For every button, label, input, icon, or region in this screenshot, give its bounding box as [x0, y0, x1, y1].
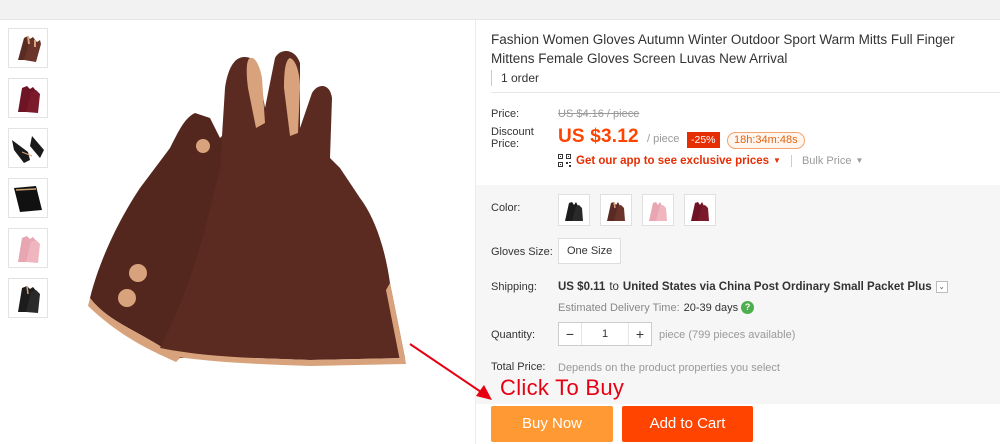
app-promo-row: Get our app to see exclusive prices ▼ Bu…: [558, 154, 863, 167]
annotation-arrow-icon: [409, 343, 492, 400]
discount-badge: -25%: [687, 132, 720, 148]
chevron-down-icon: ▼: [773, 156, 781, 165]
total-price-note: Depends on the product properties you se…: [558, 362, 780, 374]
product-title: Fashion Women Gloves Autumn Winter Outdo…: [491, 32, 955, 66]
click-to-buy-annotation: Click To Buy: [500, 375, 625, 400]
quantity-input[interactable]: 1: [581, 323, 629, 345]
chevron-down-icon: ▼: [855, 156, 864, 165]
thumbnail-pink-gloves[interactable]: [8, 228, 48, 268]
shipping-info: US $0.11 to United States via China Post…: [558, 281, 948, 293]
top-bar: [0, 0, 1000, 20]
delivery-estimate: Estimated Delivery Time: 20-39 days ?: [558, 301, 755, 314]
thumbnail-brown-gloves[interactable]: [8, 28, 48, 68]
bulk-price-dropdown[interactable]: Bulk Price: [802, 155, 852, 167]
pink-glove-icon: [649, 202, 667, 221]
shipping-to: to: [609, 281, 619, 293]
order-count[interactable]: 1 order: [491, 70, 539, 86]
add-to-cart-button[interactable]: Add to Cart: [622, 406, 753, 442]
wine-glove-icon: [691, 202, 709, 221]
separator: [790, 154, 792, 167]
shipping-cost: US $0.11: [558, 281, 606, 293]
quantity-stepper: − 1 +: [558, 322, 652, 346]
quantity-decrease-button[interactable]: −: [559, 326, 581, 342]
countdown-timer: 18h:34m:48s: [727, 132, 805, 149]
buy-now-button[interactable]: Buy Now: [491, 406, 613, 442]
thumbnail-black-gloves-folded[interactable]: [8, 178, 48, 218]
discount-price-label: Discount Price:: [491, 126, 534, 150]
help-icon[interactable]: ?: [741, 301, 755, 314]
app-promo-link[interactable]: Get our app to see exclusive prices: [576, 155, 769, 167]
delivery-days: 20-39 days: [683, 301, 739, 314]
thumbnail-black-gloves[interactable]: [8, 278, 48, 318]
shipping-destination: United States via China Post Ordinary Sm…: [622, 281, 932, 293]
qr-code-icon: [558, 154, 571, 167]
thumbnail-wine-gloves[interactable]: [8, 78, 48, 118]
discount-price: US $3.12: [558, 126, 639, 147]
product-info-panel: Fashion Women Gloves Autumn Winter Outdo…: [476, 20, 1000, 444]
color-swatch-wine[interactable]: [684, 194, 716, 226]
original-price: US $4.16 / piece: [558, 108, 640, 120]
size-option-one-size[interactable]: One Size: [558, 238, 622, 264]
thumbnail-list: [8, 28, 50, 328]
size-label: Gloves Size:: [491, 246, 553, 258]
shipping-dropdown-icon[interactable]: ⌄: [935, 281, 948, 293]
color-swatch-pink[interactable]: [642, 194, 674, 226]
black-glove-icon: [565, 202, 583, 221]
quantity-increase-button[interactable]: +: [629, 326, 651, 342]
thumbnail-black-gloves-worn[interactable]: [8, 128, 48, 168]
quantity-available: piece (799 pieces available): [659, 329, 796, 341]
price-unit: / piece: [647, 133, 680, 145]
color-swatch-black[interactable]: [558, 194, 590, 226]
color-swatches: [558, 194, 726, 226]
delivery-label: Estimated Delivery Time:: [558, 301, 680, 314]
shipping-label: Shipping:: [491, 281, 537, 293]
color-label: Color:: [491, 202, 521, 214]
brown-glove-icon: [607, 201, 625, 221]
color-swatch-brown[interactable]: [600, 194, 632, 226]
divider: [491, 92, 1000, 93]
price-label: Price:: [491, 108, 520, 120]
